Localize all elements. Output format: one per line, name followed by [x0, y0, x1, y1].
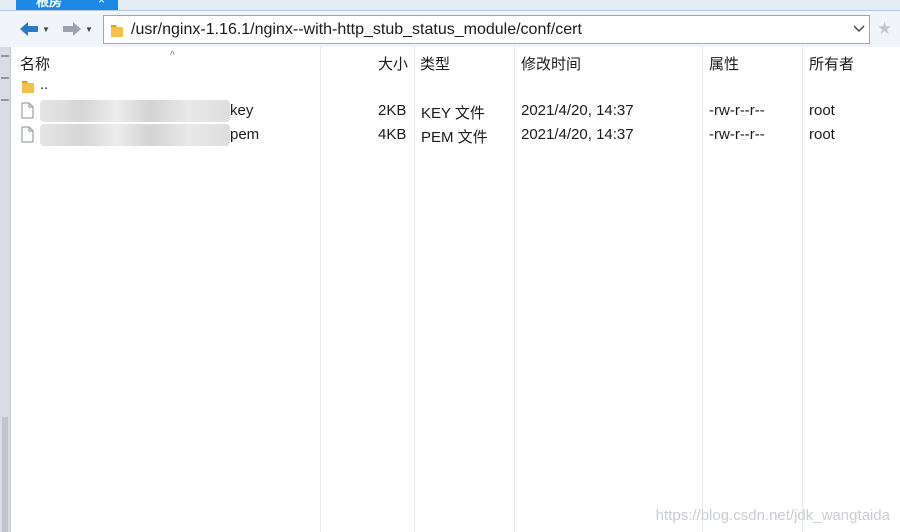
back-button[interactable]: ▼ — [19, 18, 50, 40]
sort-asc-icon: ^ — [170, 50, 175, 61]
column-header-size[interactable]: 大小 — [378, 53, 408, 74]
left-pane-mark — [1, 99, 9, 101]
left-pane-edge — [0, 47, 11, 532]
left-pane-scrollbar[interactable] — [2, 417, 8, 532]
forward-button[interactable]: ▼ — [62, 18, 93, 40]
column-header-owner[interactable]: 所有者 — [809, 53, 854, 74]
folder-icon — [22, 81, 34, 93]
chevron-down-icon[interactable] — [853, 22, 865, 36]
watermark: https://blog.csdn.net/jdk_wangtaida — [655, 507, 890, 524]
file-owner: root — [809, 126, 835, 143]
file-name: pem — [230, 126, 260, 143]
file-name: .. — [40, 76, 49, 93]
star-icon[interactable]: ★ — [877, 19, 892, 39]
redacted-filename — [40, 100, 230, 122]
file-name: key — [230, 102, 254, 119]
tab-label: 根房 — [36, 0, 63, 9]
file-icon — [21, 126, 34, 143]
address-path[interactable]: /usr/nginx-1.16.1/nginx--with-http_stub_… — [131, 21, 582, 39]
left-pane-mark — [1, 55, 9, 57]
column-header-label: 名称 — [20, 56, 51, 73]
arrow-right-icon — [63, 22, 81, 36]
file-list: 名称 ^ 大小 类型 修改时间 属性 所有者 .. key 2KB KEY 文件… — [12, 47, 900, 532]
file-owner: root — [809, 102, 835, 119]
file-modified: 2021/4/20, 14:37 — [521, 102, 634, 119]
tab-close-icon[interactable]: × — [98, 0, 105, 7]
tab-strip: 根房 × — [0, 0, 900, 11]
file-size: 2KB — [378, 102, 407, 119]
file-type: KEY 文件 — [421, 105, 485, 122]
file-icon — [21, 102, 34, 119]
arrow-left-icon — [20, 22, 38, 36]
redacted-filename — [40, 124, 230, 146]
chevron-down-icon[interactable]: ▼ — [42, 25, 50, 34]
column-header-modified[interactable]: 修改时间 — [521, 53, 581, 74]
column-header-attributes[interactable]: 属性 — [709, 53, 739, 74]
left-pane-mark — [1, 77, 9, 79]
column-header-name[interactable]: 名称 ^ — [20, 50, 175, 74]
address-bar[interactable]: /usr/nginx-1.16.1/nginx--with-http_stub_… — [103, 15, 870, 44]
column-header-type[interactable]: 类型 — [420, 53, 450, 74]
file-size: 4KB — [378, 126, 407, 143]
list-item-parent[interactable]: .. — [12, 75, 900, 99]
file-attributes: -rw-r--r-- — [709, 126, 765, 143]
file-attributes: -rw-r--r-- — [709, 102, 765, 119]
table-row[interactable]: pem 4KB PEM 文件 2021/4/20, 14:37 -rw-r--r… — [12, 123, 900, 147]
folder-icon — [111, 25, 123, 37]
tab-remote[interactable]: 根房 × — [16, 0, 118, 10]
file-type: PEM 文件 — [421, 129, 488, 146]
file-modified: 2021/4/20, 14:37 — [521, 126, 634, 143]
chevron-down-icon[interactable]: ▼ — [85, 25, 93, 34]
table-row[interactable]: key 2KB KEY 文件 2021/4/20, 14:37 -rw-r--r… — [12, 99, 900, 123]
